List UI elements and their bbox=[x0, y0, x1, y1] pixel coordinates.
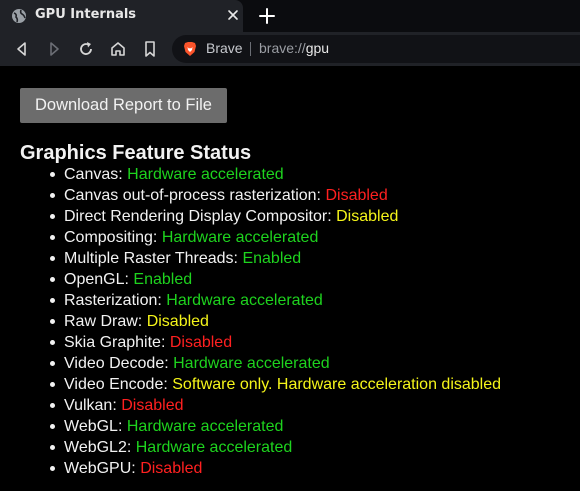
toolbar: Brave brave://gpu bbox=[0, 32, 580, 66]
url-text: brave://gpu bbox=[259, 40, 329, 56]
feature-item: WebGL: Hardware accelerated bbox=[49, 416, 501, 437]
download-report-button[interactable]: Download Report to File bbox=[20, 88, 227, 123]
feature-item: Direct Rendering Display Compositor: Dis… bbox=[49, 206, 501, 227]
feature-status: Disabled bbox=[169, 334, 233, 351]
feature-name: Canvas: bbox=[64, 166, 123, 183]
feature-status: Disabled bbox=[146, 313, 209, 330]
section-title: Graphics Feature Status bbox=[20, 142, 252, 164]
feature-status: Hardware accelerated bbox=[135, 439, 293, 456]
url-separator bbox=[250, 42, 251, 56]
feature-status: Enabled bbox=[133, 271, 193, 288]
feature-status: Disabled bbox=[336, 208, 399, 225]
feature-item: Raw Draw: Disabled bbox=[49, 311, 501, 332]
feature-name: Vulkan: bbox=[64, 397, 117, 414]
page-content: Download Report to File Graphics Feature… bbox=[0, 66, 580, 491]
feature-status-list: Canvas: Hardware accelerated Canvas out-o… bbox=[49, 164, 502, 479]
feature-status: Disabled bbox=[140, 460, 203, 477]
feature-status: Enabled bbox=[242, 250, 302, 267]
bookmark-icon[interactable] bbox=[140, 39, 160, 59]
feature-status: Hardware accelerated bbox=[173, 355, 330, 372]
feature-status: Hardware accelerated bbox=[161, 229, 319, 246]
feature-name: WebGPU: bbox=[64, 460, 136, 477]
feature-status: Disabled bbox=[121, 397, 184, 414]
feature-name: Video Encode: bbox=[64, 376, 168, 393]
feature-name: Raw Draw: bbox=[64, 313, 143, 330]
tab-strip: GPU Internals bbox=[0, 0, 580, 32]
new-tab-plus-icon[interactable] bbox=[258, 7, 276, 25]
feature-name: Compositing: bbox=[64, 229, 158, 246]
feature-name: Direct Rendering Display Compositor: bbox=[64, 208, 332, 225]
back-icon[interactable] bbox=[12, 39, 32, 59]
feature-item: Video Encode: Software only. Hardware ac… bbox=[49, 374, 502, 395]
feature-item: OpenGL: Enabled bbox=[49, 269, 501, 290]
home-icon[interactable] bbox=[108, 39, 128, 59]
brave-label: Brave bbox=[206, 40, 243, 56]
feature-name: Skia Graphite: bbox=[64, 334, 166, 351]
feature-name: Rasterization: bbox=[64, 292, 162, 309]
feature-status: Software only. Hardware acceleration dis… bbox=[172, 376, 502, 393]
feature-name: OpenGL: bbox=[64, 271, 129, 288]
tab-title: GPU Internals bbox=[35, 7, 137, 22]
feature-status: Hardware accelerated bbox=[166, 292, 323, 309]
forward-icon[interactable] bbox=[44, 39, 64, 59]
feature-name: Video Decode: bbox=[64, 355, 169, 372]
address-bar[interactable]: Brave brave://gpu bbox=[172, 35, 580, 63]
globe-icon bbox=[12, 9, 26, 23]
feature-status: Hardware accelerated bbox=[126, 418, 284, 435]
feature-item: Skia Graphite: Disabled bbox=[49, 332, 501, 353]
feature-item: Canvas out-of-process rasterization: Dis… bbox=[49, 185, 501, 206]
feature-item: Rasterization: Hardware accelerated bbox=[49, 290, 501, 311]
feature-item: WebGL2: Hardware accelerated bbox=[49, 437, 501, 458]
feature-status: Hardware accelerated bbox=[127, 166, 284, 183]
feature-item: Vulkan: Disabled bbox=[49, 395, 501, 416]
feature-name: Canvas out-of-process rasterization: bbox=[64, 187, 321, 204]
feature-item: Video Decode: Hardware accelerated bbox=[49, 353, 501, 374]
url-host: gpu bbox=[305, 40, 330, 56]
url-scheme: brave:// bbox=[259, 40, 306, 56]
feature-item: Canvas: Hardware accelerated bbox=[49, 164, 501, 185]
close-icon[interactable] bbox=[226, 8, 240, 22]
tab-gpu-internals[interactable]: GPU Internals bbox=[0, 0, 243, 32]
feature-item: Compositing: Hardware accelerated bbox=[49, 227, 501, 248]
feature-name: WebGL2: bbox=[64, 439, 132, 456]
feature-item: Multiple Raster Threads: Enabled bbox=[49, 248, 501, 269]
feature-status: Disabled bbox=[325, 187, 388, 204]
feature-name: Multiple Raster Threads: bbox=[64, 250, 238, 267]
feature-name: WebGL: bbox=[64, 418, 123, 435]
reload-icon[interactable] bbox=[76, 39, 96, 59]
brave-lion-icon bbox=[184, 42, 196, 56]
feature-item: WebGPU: Disabled bbox=[49, 458, 501, 479]
